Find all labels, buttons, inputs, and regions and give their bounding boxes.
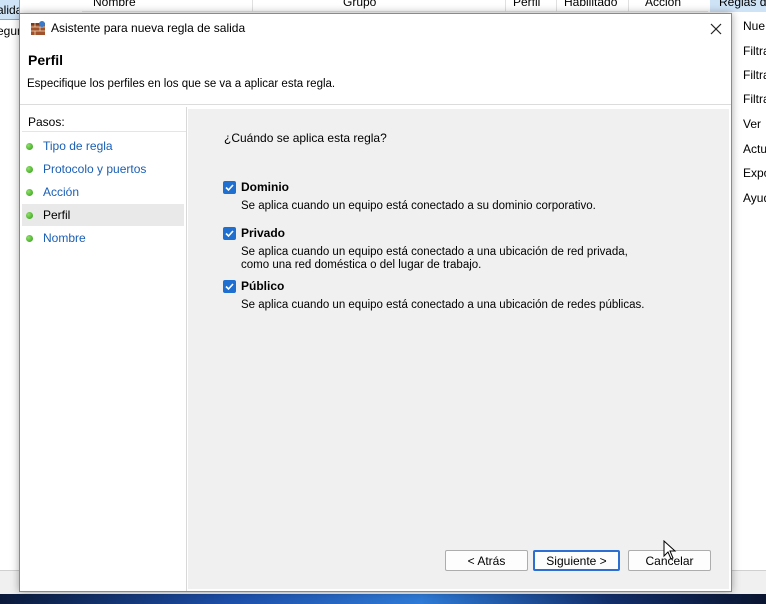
new-outbound-rule-wizard: Asistente para nueva regla de salida Per… [19, 13, 732, 592]
bg-tree-item[interactable]: eguri [0, 21, 20, 41]
step-complete-icon [26, 189, 33, 196]
dialog-title: Asistente para nueva regla de salida [51, 21, 246, 35]
bg-tree-item-label: eguri [0, 24, 20, 38]
bg-col-separator [628, 0, 629, 12]
step-pending-icon [26, 235, 33, 242]
taskbar [0, 594, 766, 604]
step-complete-icon [26, 143, 33, 150]
steps-divider [22, 131, 186, 132]
public-checkbox[interactable] [223, 280, 236, 293]
step-label: Protocolo y puertos [43, 162, 147, 176]
bg-action-item[interactable]: Filtra [743, 92, 766, 106]
bg-column-header: Nombre Grupo Perfil Habilitado Acción [82, 0, 708, 12]
bg-col-name[interactable]: Nombre [93, 0, 136, 9]
domain-label[interactable]: Dominio [241, 180, 289, 194]
firewall-icon [31, 21, 45, 35]
step-action[interactable]: Acción [22, 181, 184, 203]
bg-col-action[interactable]: Acción [645, 0, 681, 9]
public-label[interactable]: Público [241, 279, 284, 293]
bg-actions-title: Reglas de [710, 0, 766, 12]
bg-action-item[interactable]: Ver [743, 117, 761, 131]
step-rule-type[interactable]: Tipo de regla [22, 135, 184, 157]
bg-action-item[interactable]: Filtra [743, 68, 766, 82]
step-profile[interactable]: Perfil [22, 204, 184, 226]
private-label[interactable]: Privado [241, 226, 285, 240]
step-current-icon [26, 212, 33, 219]
bg-action-item[interactable]: Expo [743, 166, 766, 180]
step-name[interactable]: Nombre [22, 227, 184, 249]
bg-col-group[interactable]: Grupo [343, 0, 376, 9]
step-label: Perfil [43, 208, 71, 222]
close-icon [710, 23, 721, 34]
step-label: Tipo de regla [43, 139, 113, 153]
next-button[interactable]: Siguiente > [533, 550, 620, 571]
wizard-body: Pasos: Tipo de regla Protocolo y puertos… [20, 107, 731, 591]
bg-col-separator [252, 0, 253, 12]
domain-checkbox[interactable] [223, 181, 236, 194]
bg-tree-item-label: alida [0, 3, 19, 17]
page-title: Perfil [28, 52, 64, 68]
page-description: Especifique los perfiles en los que se v… [27, 78, 336, 90]
close-button[interactable] [700, 14, 731, 43]
step-protocol-ports[interactable]: Protocolo y puertos [22, 158, 184, 180]
step-label: Acción [43, 185, 80, 199]
public-description: Se aplica cuando un equipo está conectad… [241, 299, 645, 311]
bg-col-enabled[interactable]: Habilitado [564, 0, 617, 9]
step-label: Nombre [43, 231, 86, 245]
bg-action-item[interactable]: Nue [743, 19, 765, 33]
bg-tree-item[interactable]: alida [0, 0, 20, 20]
wizard-header: Perfil Especifique los perfiles en los q… [20, 43, 731, 105]
checkmark-icon [225, 283, 234, 291]
bg-col-profile[interactable]: Perfil [513, 0, 540, 9]
bg-action-item[interactable]: Filtra [743, 44, 766, 58]
bg-col-separator [556, 0, 557, 12]
private-checkbox[interactable] [223, 227, 236, 240]
domain-description: Se aplica cuando un equipo está conectad… [241, 200, 596, 212]
bg-actions-pane: Nue Filtra Filtra Filtra Ver Actu Expo A… [733, 14, 766, 594]
bg-col-separator [505, 0, 506, 12]
bg-action-item[interactable]: Ayud [743, 191, 766, 205]
profile-content-panel: ¿Cuándo se aplica esta regla? Dominio Se… [188, 109, 729, 589]
step-complete-icon [26, 166, 33, 173]
private-description: Se aplica cuando un equipo está conectad… [241, 246, 628, 271]
checkmark-icon [225, 230, 234, 238]
steps-title: Pasos: [28, 115, 65, 129]
back-button[interactable]: < Atrás [445, 550, 528, 571]
bg-action-item[interactable]: Actu [743, 142, 766, 156]
checkmark-icon [225, 184, 234, 192]
mouse-cursor-icon [663, 540, 677, 560]
question-label: ¿Cuándo se aplica esta regla? [224, 131, 387, 145]
steps-panel: Pasos: Tipo de regla Protocolo y puertos… [22, 109, 186, 589]
title-bar: Asistente para nueva regla de salida [20, 14, 731, 43]
panel-divider [186, 107, 187, 591]
